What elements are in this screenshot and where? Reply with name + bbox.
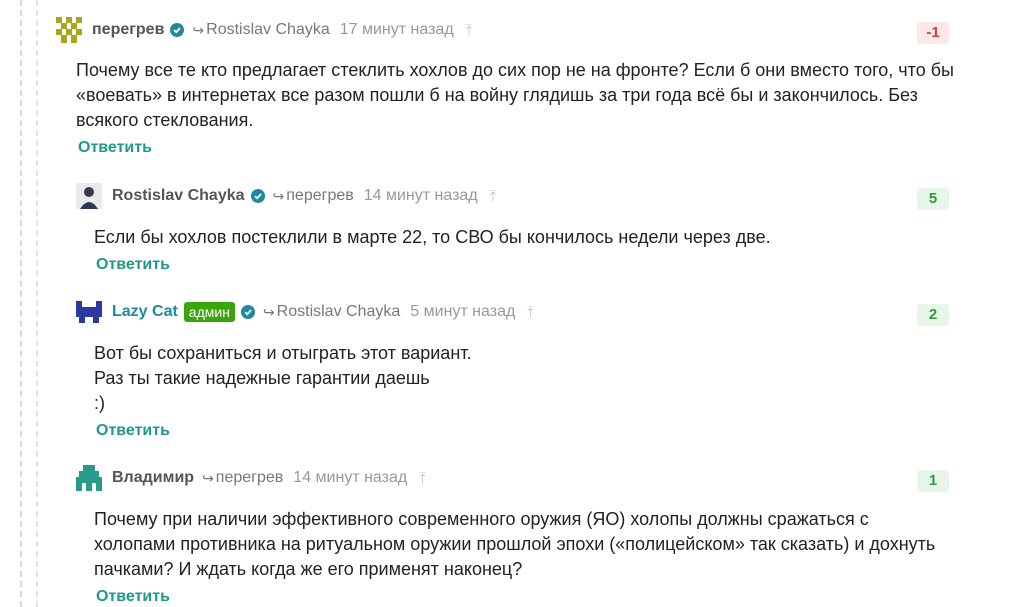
verified-check-icon (240, 305, 255, 319)
scroll-to-parent-icon[interactable]: ⤒ (490, 188, 497, 205)
comment-line: Почему все те кто предлагает стеклить хо… (76, 60, 954, 80)
reply-arrow-icon: ↪ (262, 303, 275, 320)
comment-line: пачками? И ждать когда же его применят н… (94, 559, 523, 579)
rating-badge: 2 (917, 304, 949, 326)
timestamp[interactable]: 14 минут назад (364, 187, 478, 205)
reply-arrow-icon: ↪ (202, 469, 214, 486)
avatar[interactable] (76, 465, 102, 491)
author-name[interactable]: Lazy Cat (112, 303, 178, 321)
comment-line: Вот бы сохраниться и отыграть этот вариа… (94, 343, 472, 363)
admin-badge: админ (183, 302, 235, 322)
comment-line: «воевать» в интернетах все разом пошли б… (76, 85, 918, 105)
comment-body: Почему при наличии эффективного современ… (94, 507, 935, 582)
rating-badge: -1 (917, 22, 949, 44)
reply-to-name: перегрев (215, 469, 284, 486)
comment-line: Почему при наличии эффективного современ… (94, 509, 869, 529)
reply-button[interactable]: Ответить (96, 422, 170, 440)
reply-to[interactable]: ↪ Rostislav Chayka (263, 303, 400, 321)
scroll-to-parent-icon[interactable]: ⤒ (419, 470, 426, 487)
reply-button[interactable]: Ответить (78, 139, 152, 157)
avatar[interactable] (56, 17, 82, 43)
comment-line: Если бы хохлов постеклили в марте 22, то… (94, 227, 771, 247)
comment-line: холопами противника на ритуальном оружии… (94, 534, 936, 554)
thread-line-nested (36, 0, 38, 607)
reply-to[interactable]: ↪ Rostislav Chayka (192, 21, 329, 39)
timestamp[interactable]: 5 минут назад (410, 303, 515, 321)
scroll-to-parent-icon[interactable]: ⤒ (527, 304, 534, 321)
comment-line: :) (94, 393, 105, 413)
avatar[interactable] (76, 299, 102, 325)
author-name[interactable]: перегрев (92, 21, 164, 39)
comment-line: Раз ты такие надежные гарантии даешь (94, 368, 430, 388)
reply-to-name: Rostislav Chayka (206, 21, 330, 38)
comment-body: Если бы хохлов постеклили в марте 22, то… (94, 225, 771, 250)
comment-line: всякого стеклования. (76, 110, 254, 130)
comment-body: Вот бы сохраниться и отыграть этот вариа… (94, 341, 472, 416)
reply-arrow-icon: ↪ (272, 187, 285, 204)
comment-header: перегрев ↪ Rostislav Chayka 17 минут наза… (56, 16, 472, 44)
reply-to[interactable]: ↪ перегрев (273, 187, 354, 205)
reply-button[interactable]: Ответить (96, 256, 170, 274)
avatar[interactable] (76, 183, 102, 209)
reply-button[interactable]: Ответить (96, 588, 170, 606)
scroll-to-parent-icon[interactable]: ⤒ (466, 22, 473, 39)
rating-badge: 1 (917, 470, 949, 492)
author-name[interactable]: Rostislav Chayka (112, 187, 245, 205)
reply-to-name: перегрев (286, 187, 354, 204)
verified-check-icon (170, 23, 185, 37)
timestamp[interactable]: 14 минут назад (293, 469, 407, 487)
comment-header: Lazy Cat админ ↪ Rostislav Chayka 5 минут… (76, 298, 534, 326)
author-name[interactable]: Владимир (112, 469, 194, 487)
thread-line (20, 0, 22, 607)
comment-header: Владимир ↪ перегрев 14 минут назад ⤒ (76, 464, 426, 492)
comment-header: Rostislav Chayka ↪ перегрев 14 минут наза… (76, 182, 496, 210)
comment-body: Почему все те кто предлагает стеклить хо… (76, 58, 954, 133)
verified-check-icon (250, 189, 265, 203)
timestamp[interactable]: 17 минут назад (340, 21, 454, 39)
reply-to-name: Rostislav Chayka (276, 303, 401, 320)
rating-badge: 5 (917, 188, 949, 210)
reply-to[interactable]: ↪ перегрев (202, 469, 283, 487)
reply-arrow-icon: ↪ (192, 21, 205, 38)
